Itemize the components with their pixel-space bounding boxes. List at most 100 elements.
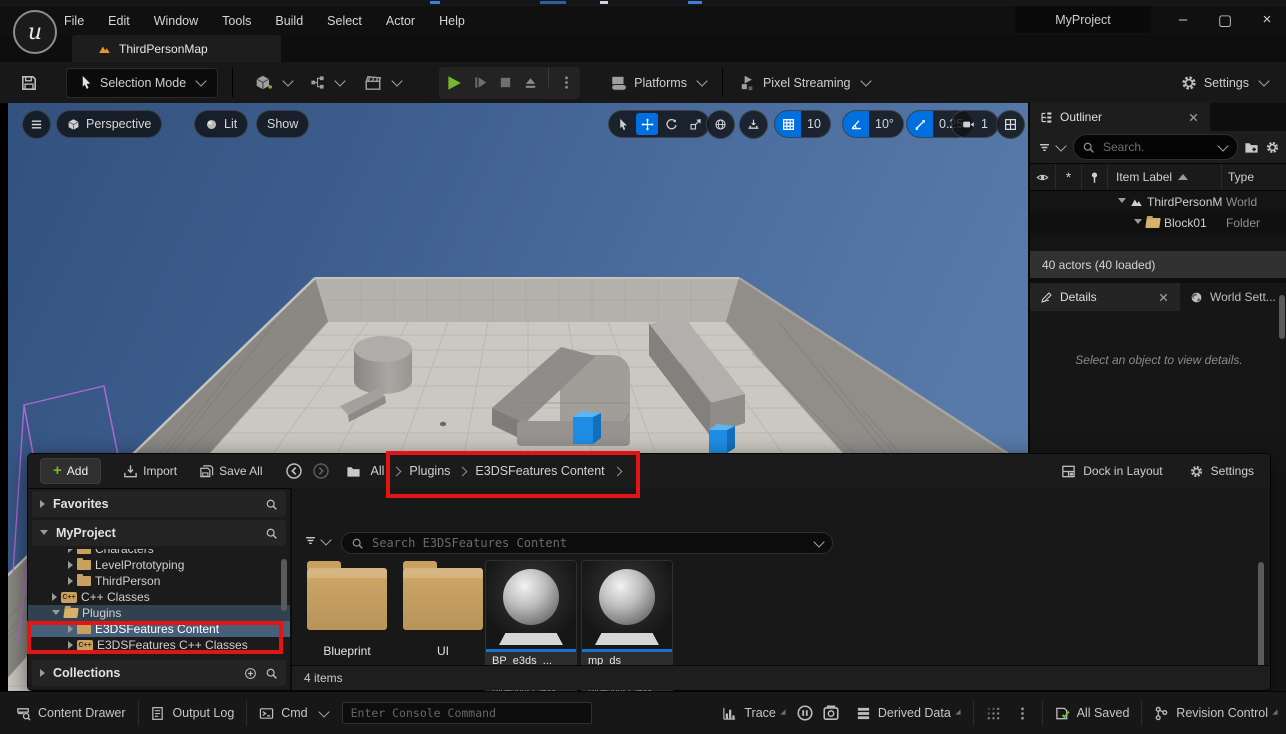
settings-dropdown[interactable]: Settings	[1180, 74, 1268, 92]
add-button[interactable]: + Add	[40, 458, 101, 484]
maximize-viewport-button[interactable]	[996, 110, 1025, 139]
pin-column-icon[interactable]	[1082, 164, 1108, 190]
close-icon[interactable]	[1157, 291, 1170, 304]
menu-select[interactable]: Select	[327, 14, 362, 28]
tab-details[interactable]: Details	[1030, 283, 1180, 311]
perspective-dropdown[interactable]: Perspective	[56, 110, 162, 138]
more-options-icon[interactable]	[1015, 706, 1030, 721]
tree-item-e3dsfeatures-cpp-classes[interactable]: C++ E3DSFeatures C++ Classes	[28, 637, 290, 653]
play-options-icon[interactable]	[559, 75, 574, 90]
asset-search-input[interactable]	[370, 535, 809, 551]
angle-snap-control[interactable]: 10°	[842, 110, 904, 138]
close-button[interactable]: ×	[1250, 6, 1284, 33]
selection-mode-dropdown[interactable]: Selection Mode	[66, 68, 218, 98]
dot-grid-icon[interactable]	[986, 706, 1001, 721]
eject-button[interactable]	[523, 75, 538, 90]
expand-arrow-icon[interactable]	[1134, 219, 1142, 228]
maximize-button[interactable]: ▢	[1208, 6, 1242, 33]
tree-item-levelprototyping[interactable]: LevelPrototyping	[28, 557, 290, 573]
star-column-icon[interactable]: *	[1056, 164, 1082, 190]
menu-tools[interactable]: Tools	[222, 14, 251, 28]
tree-item-plugins[interactable]: Plugins	[28, 605, 290, 621]
frame-skip-button[interactable]	[473, 75, 488, 90]
myproject-section[interactable]: MyProject	[32, 520, 286, 546]
collections-section[interactable]: Collections	[32, 660, 286, 686]
search-icon[interactable]	[265, 667, 278, 680]
visibility-column-icon[interactable]	[1030, 164, 1056, 190]
derived-data-button[interactable]: Derived Data	[856, 706, 961, 721]
item-label-column[interactable]: Item Label	[1108, 164, 1222, 190]
expand-arrow-icon[interactable]	[1118, 198, 1126, 207]
create-folder-icon[interactable]	[1244, 140, 1259, 155]
favorites-section[interactable]: Favorites	[32, 491, 286, 517]
lit-dropdown[interactable]: Lit	[194, 110, 248, 138]
all-saved-button[interactable]: All Saved	[1055, 706, 1130, 721]
chevron-down-icon[interactable]	[1055, 140, 1066, 151]
snapshot-icon[interactable]	[822, 704, 840, 722]
outliner-scrollbar[interactable]	[1279, 295, 1285, 339]
tab-outliner[interactable]: Outliner	[1030, 103, 1210, 131]
asset-filter-button[interactable]	[304, 534, 330, 547]
forward-icon[interactable]	[312, 462, 330, 480]
trace-button[interactable]: Trace	[722, 706, 786, 721]
revision-control-button[interactable]: Revision Control	[1154, 706, 1278, 721]
outliner-settings-gear-icon[interactable]	[1265, 140, 1280, 155]
add-actor-dropdown[interactable]	[255, 74, 292, 92]
asset-search[interactable]	[341, 532, 833, 554]
scale-tool[interactable]	[684, 113, 706, 135]
menu-file[interactable]: File	[64, 14, 84, 28]
tree-item-thirdperson[interactable]: ThirdPerson	[28, 573, 290, 589]
menu-edit[interactable]: Edit	[108, 14, 130, 28]
menu-build[interactable]: Build	[275, 14, 303, 28]
cmd-dropdown[interactable]: Cmd	[259, 706, 327, 721]
output-log-button[interactable]: Output Log	[150, 706, 234, 721]
menu-help[interactable]: Help	[439, 14, 465, 28]
surface-snapping-button[interactable]	[739, 110, 768, 139]
search-icon[interactable]	[265, 527, 278, 540]
show-dropdown[interactable]: Show	[256, 110, 309, 138]
camera-speed-control[interactable]: 1	[951, 110, 999, 138]
type-column[interactable]: Type	[1222, 164, 1286, 190]
breadcrumb-all[interactable]: All	[371, 464, 385, 478]
chevron-down-icon[interactable]	[1217, 140, 1228, 151]
blueprints-dropdown[interactable]	[310, 75, 344, 90]
save-all-button[interactable]: Save All	[199, 464, 262, 479]
minimize-button[interactable]: –	[1166, 6, 1200, 33]
tab-thirdpersonmap[interactable]: ThirdPersonMap	[72, 35, 281, 62]
add-collection-icon[interactable]	[244, 667, 257, 680]
outliner-filter-icon[interactable]	[1038, 141, 1051, 154]
outliner-search[interactable]	[1073, 134, 1238, 160]
outliner-row-block01[interactable]: Block01 Folder	[1030, 212, 1286, 233]
outliner-search-input[interactable]	[1101, 139, 1213, 155]
chevron-down-icon[interactable]	[813, 536, 824, 547]
rotate-tool[interactable]	[660, 113, 682, 135]
drawer-settings-button[interactable]: Settings	[1189, 464, 1254, 479]
tab-world-settings[interactable]: World Sett...	[1180, 283, 1286, 311]
content-drawer-button[interactable]: Content Drawer	[16, 706, 126, 721]
breadcrumb-e3dsfeatures-content[interactable]: E3DSFeatures Content	[475, 464, 604, 478]
search-icon[interactable]	[265, 498, 278, 511]
stop-button[interactable]	[498, 75, 513, 90]
tree-item-cpp-classes[interactable]: C++ C++ Classes	[28, 589, 290, 605]
move-tool[interactable]	[636, 113, 658, 135]
pixel-streaming-dropdown[interactable]: Pixel Streaming	[739, 74, 870, 92]
insights-pause-icon[interactable]	[796, 704, 814, 722]
tree-item-characters[interactable]: Characters	[28, 549, 290, 557]
back-icon[interactable]	[285, 462, 303, 480]
tree-scrollbar[interactable]	[281, 559, 287, 611]
grid-snap-control[interactable]: 10	[774, 110, 831, 138]
viewport-options-button[interactable]	[22, 110, 51, 139]
outliner-row-thirdpersonmap[interactable]: ThirdPersonM World	[1030, 191, 1286, 212]
dock-in-layout-button[interactable]: Dock in Layout	[1061, 464, 1162, 479]
console-command-input[interactable]	[342, 702, 593, 724]
unreal-logo[interactable]: u	[13, 10, 57, 54]
menu-window[interactable]: Window	[154, 14, 198, 28]
cinematics-dropdown[interactable]	[364, 74, 401, 92]
select-tool[interactable]	[612, 113, 634, 135]
world-coordinate-button[interactable]	[706, 110, 735, 139]
menu-actor[interactable]: Actor	[386, 14, 415, 28]
tree-item-e3dsfeatures-content[interactable]: E3DSFeatures Content	[28, 621, 290, 637]
save-icon[interactable]	[20, 74, 38, 92]
breadcrumb-plugins[interactable]: Plugins	[409, 464, 450, 478]
close-icon[interactable]	[1187, 111, 1200, 124]
